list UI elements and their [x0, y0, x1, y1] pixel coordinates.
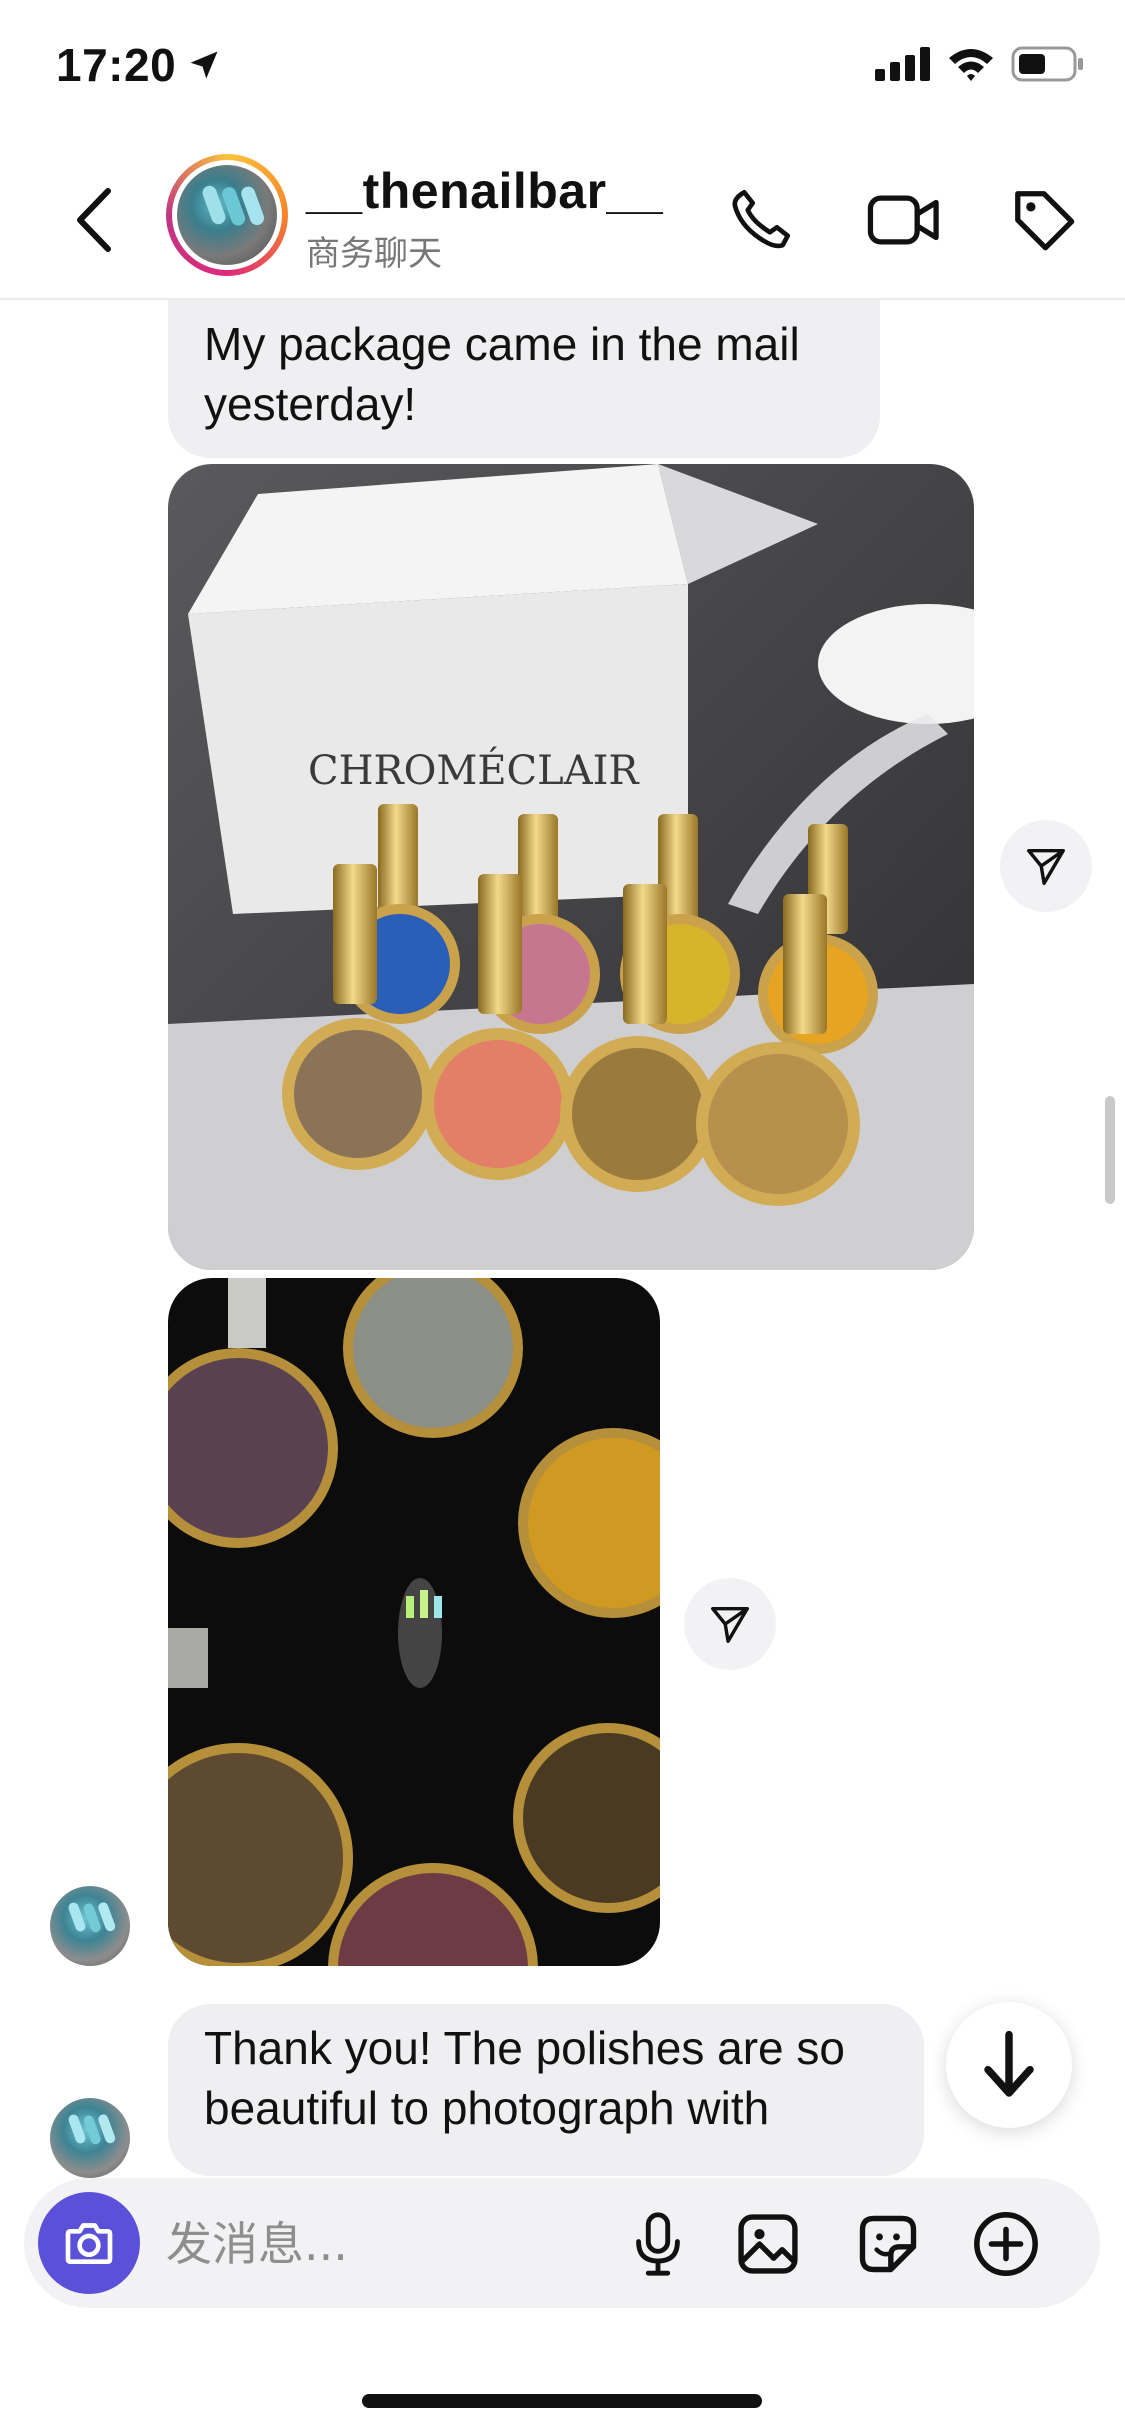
share-plane-icon [711, 1606, 749, 1643]
message-text: Thank you! The polishes are so beautiful… [204, 2022, 845, 2134]
back-button[interactable] [64, 180, 124, 260]
location-arrow-icon [190, 51, 218, 79]
message-bubble[interactable]: My package came in the mail yesterday! [168, 300, 880, 458]
video-camera-icon [867, 195, 939, 245]
sticker-button[interactable] [850, 2206, 926, 2282]
image-icon [738, 2214, 798, 2274]
message-photo[interactable]: CHROMÉCLAIR [168, 464, 974, 1270]
video-call-button[interactable] [862, 178, 946, 262]
status-bar: 17:20 [0, 0, 1125, 140]
message-text: My package came in the mail yesterday! [204, 318, 800, 430]
status-time-text: 17:20 [56, 39, 177, 91]
sender-avatar[interactable] [50, 1886, 130, 1966]
message-composer [24, 2178, 1100, 2308]
tag-icon [1015, 191, 1075, 251]
voice-button[interactable] [620, 2206, 696, 2282]
message-bubble[interactable]: Thank you! The polishes are so beautiful… [168, 2004, 924, 2176]
svg-text:CHROMÉCLAIR: CHROMÉCLAIR [308, 747, 640, 794]
contact-avatar[interactable] [166, 154, 288, 276]
contact-subtitle: 商务聊天 [306, 235, 442, 273]
status-time: 17:20 [56, 38, 222, 92]
sender-avatar[interactable] [50, 2098, 130, 2178]
call-button[interactable] [718, 178, 802, 262]
message-input[interactable] [166, 2214, 586, 2274]
nail-polish-photo: CHROMÉCLAIR [168, 464, 974, 1270]
arrow-down-icon [984, 2030, 1034, 2097]
gallery-button[interactable] [730, 2206, 806, 2282]
scroll-to-bottom-button[interactable] [946, 2002, 1072, 2128]
nail-polish-photo [168, 1278, 660, 1966]
wifi-icon [949, 49, 993, 81]
add-button[interactable] [968, 2206, 1044, 2282]
camera-button[interactable] [38, 2192, 140, 2294]
home-indicator [362, 2394, 762, 2408]
chat-header: __thenailbar__ 商务聊天 [0, 140, 1125, 300]
scrollbar[interactable] [1105, 1096, 1115, 1204]
tag-button[interactable] [1002, 178, 1086, 262]
share-button[interactable] [684, 1578, 776, 1670]
phone-icon [732, 189, 791, 249]
chevron-left-icon [77, 188, 111, 252]
status-icons [875, 46, 1085, 82]
microphone-icon [636, 2212, 680, 2276]
plus-circle-icon [974, 2212, 1038, 2276]
avatar [177, 165, 277, 265]
share-plane-icon [1027, 848, 1065, 885]
message-photo[interactable] [168, 1278, 660, 1966]
camera-icon [65, 2223, 113, 2264]
share-button[interactable] [1000, 820, 1092, 912]
cellular-signal-icon [875, 47, 930, 81]
sticker-icon [859, 2215, 917, 2273]
contact-name[interactable]: __thenailbar__ [306, 162, 663, 220]
battery-icon [1011, 46, 1083, 82]
